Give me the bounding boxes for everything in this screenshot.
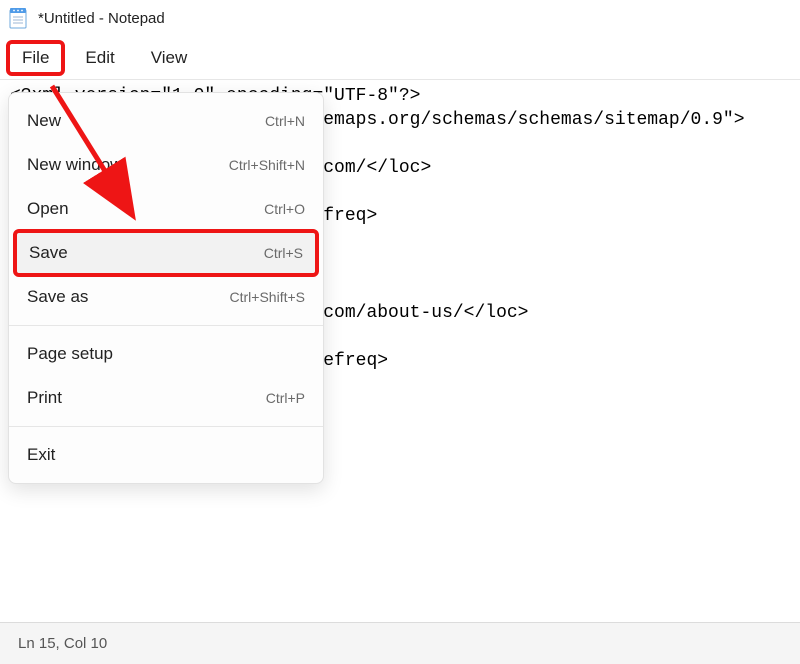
menu-item-shortcut: Ctrl+P [266,390,305,406]
file-menu-print[interactable]: Print Ctrl+P [9,376,323,420]
file-menu-exit[interactable]: Exit [9,433,323,477]
file-menu-dropdown: New Ctrl+N New window Ctrl+Shift+N Open … [8,92,324,484]
file-menu-new-window[interactable]: New window Ctrl+Shift+N [9,143,323,187]
menu-view[interactable]: View [137,42,202,74]
menu-item-label: Save [29,243,68,263]
menu-separator [9,426,323,427]
menu-item-label: Page setup [27,344,113,364]
menu-item-label: New window [27,155,122,175]
menubar: File Edit View [0,36,800,80]
file-menu-open[interactable]: Open Ctrl+O [9,187,323,231]
menu-item-label: Open [27,199,69,219]
cursor-position: Ln 15, Col 10 [18,635,107,652]
notepad-icon [8,6,28,30]
menu-item-shortcut: Ctrl+O [264,201,305,217]
menu-item-label: New [27,111,61,131]
statusbar: Ln 15, Col 10 [0,622,800,664]
menu-edit[interactable]: Edit [71,42,128,74]
window-title: *Untitled - Notepad [38,10,165,27]
titlebar: *Untitled - Notepad [0,0,800,36]
menu-item-shortcut: Ctrl+Shift+N [229,157,305,173]
menu-item-label: Print [27,388,62,408]
menu-item-shortcut: Ctrl+N [265,113,305,129]
menu-item-shortcut: Ctrl+S [264,245,303,261]
menu-item-shortcut: Ctrl+Shift+S [230,289,305,305]
file-menu-page-setup[interactable]: Page setup [9,332,323,376]
menu-item-label: Save as [27,287,88,307]
menu-file[interactable]: File [8,42,63,74]
menu-separator [9,325,323,326]
menu-item-label: Exit [27,445,55,465]
file-menu-save[interactable]: Save Ctrl+S [15,231,317,275]
file-menu-new[interactable]: New Ctrl+N [9,99,323,143]
file-menu-save-as[interactable]: Save as Ctrl+Shift+S [9,275,323,319]
